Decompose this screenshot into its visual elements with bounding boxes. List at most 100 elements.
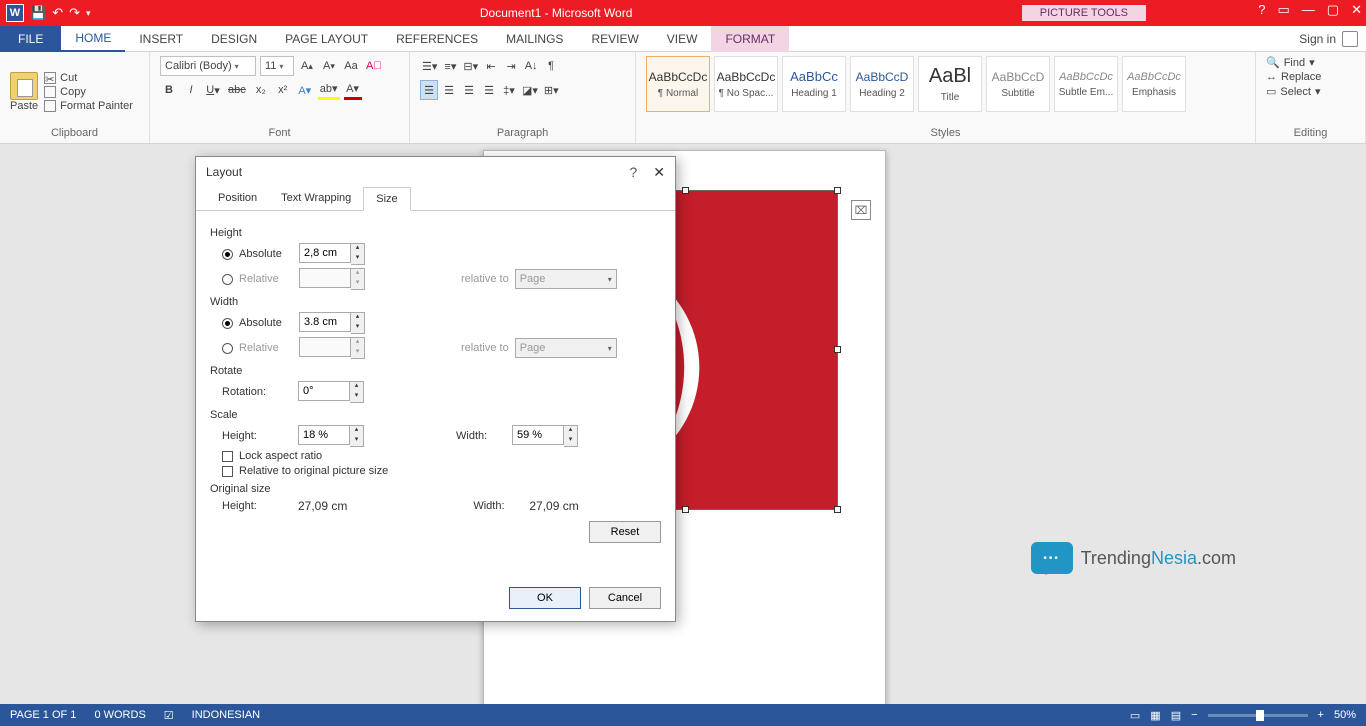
status-proofing-icon[interactable]: ☑: [164, 709, 174, 722]
minimize-icon[interactable]: —: [1302, 2, 1315, 18]
lock-aspect-checkbox[interactable]: [222, 451, 233, 462]
underline-button[interactable]: U▾: [204, 80, 222, 100]
width-absolute-radio[interactable]: [222, 318, 233, 329]
tab-text-wrapping[interactable]: Text Wrapping: [269, 187, 363, 210]
resize-handle[interactable]: [682, 187, 689, 194]
resize-handle[interactable]: [834, 506, 841, 513]
change-case-button[interactable]: Aa: [342, 56, 360, 76]
replace-button[interactable]: ↔Replace: [1266, 71, 1355, 83]
spinner-down-icon[interactable]: ▾: [350, 392, 363, 402]
copy-button[interactable]: Copy: [44, 86, 133, 98]
rotation-input[interactable]: [298, 381, 350, 401]
cancel-button[interactable]: Cancel: [589, 587, 661, 609]
tab-file[interactable]: FILE: [0, 26, 61, 52]
zoom-level[interactable]: 50%: [1334, 709, 1356, 721]
height-absolute-input[interactable]: [299, 243, 351, 263]
justify-button[interactable]: ☰: [480, 80, 498, 100]
redo-icon[interactable]: ↷: [69, 5, 80, 21]
shrink-font-button[interactable]: A▾: [320, 56, 338, 76]
height-relative-radio[interactable]: [222, 274, 233, 285]
cut-button[interactable]: ✂Cut: [44, 72, 133, 84]
spinner-down-icon[interactable]: ▾: [351, 254, 364, 264]
width-absolute-spinner[interactable]: ▴▾: [299, 312, 365, 334]
tab-design[interactable]: DESIGN: [197, 26, 271, 52]
status-words[interactable]: 0 WORDS: [94, 709, 145, 721]
tab-view[interactable]: VIEW: [653, 26, 712, 52]
view-print-layout-icon[interactable]: ▦: [1150, 709, 1160, 722]
tab-references[interactable]: REFERENCES: [382, 26, 492, 52]
tab-home[interactable]: HOME: [61, 26, 125, 52]
spinner-up-icon[interactable]: ▴: [351, 244, 364, 254]
tab-review[interactable]: REVIEW: [577, 26, 652, 52]
word-app-icon[interactable]: W: [6, 4, 24, 22]
scale-width-spinner[interactable]: ▴▾: [512, 425, 578, 447]
scale-height-spinner[interactable]: ▴▾: [298, 425, 364, 447]
spinner-up-icon[interactable]: ▴: [350, 382, 363, 392]
text-effects-button[interactable]: A▾: [296, 80, 314, 100]
view-read-mode-icon[interactable]: ▭: [1130, 709, 1140, 722]
status-page[interactable]: PAGE 1 OF 1: [10, 709, 76, 721]
style-title[interactable]: AaBlTitle: [918, 56, 982, 112]
spinner-down-icon[interactable]: ▾: [351, 323, 364, 333]
save-icon[interactable]: 💾: [30, 5, 46, 21]
spinner-down-icon[interactable]: ▾: [350, 436, 363, 446]
height-absolute-spinner[interactable]: ▴▾: [299, 243, 365, 265]
align-center-button[interactable]: ☰: [440, 80, 458, 100]
ribbon-options-icon[interactable]: ▭: [1278, 2, 1290, 18]
layout-options-button[interactable]: ⌧: [851, 200, 871, 220]
resize-handle[interactable]: [834, 187, 841, 194]
font-color-button[interactable]: A▾: [344, 80, 362, 100]
sign-in-button[interactable]: Sign in: [1299, 31, 1358, 47]
dialog-titlebar[interactable]: Layout ? ✕: [196, 157, 675, 187]
italic-button[interactable]: I: [182, 80, 200, 100]
style-heading-2[interactable]: AaBbCcDHeading 2: [850, 56, 914, 112]
grow-font-button[interactable]: A▴: [298, 56, 316, 76]
scale-height-input[interactable]: [298, 425, 350, 445]
paste-button[interactable]: Paste: [10, 56, 38, 127]
style-subtitle[interactable]: AaBbCcDSubtitle: [986, 56, 1050, 112]
tab-page-layout[interactable]: PAGE LAYOUT: [271, 26, 382, 52]
close-icon[interactable]: ✕: [1351, 2, 1362, 18]
style-subtle-em-[interactable]: AaBbCcDcSubtle Em...: [1054, 56, 1118, 112]
resize-handle[interactable]: [682, 506, 689, 513]
bold-button[interactable]: B: [160, 80, 178, 100]
numbering-button[interactable]: ≡▾: [441, 56, 459, 76]
line-spacing-button[interactable]: ‡▾: [500, 80, 518, 100]
decrease-indent-button[interactable]: ⇤: [482, 56, 500, 76]
font-size-combo[interactable]: 11▾: [260, 56, 294, 76]
select-button[interactable]: ▭Select ▾: [1266, 85, 1355, 98]
zoom-in-button[interactable]: +: [1318, 709, 1324, 721]
clear-formatting-button[interactable]: A⃠: [364, 56, 384, 76]
spinner-up-icon[interactable]: ▴: [350, 426, 363, 436]
dialog-close-icon[interactable]: ✕: [653, 164, 665, 181]
multilevel-button[interactable]: ⊟▾: [461, 56, 480, 76]
subscript-button[interactable]: x₂: [252, 80, 270, 100]
spinner-down-icon[interactable]: ▾: [564, 436, 577, 446]
zoom-thumb[interactable]: [1256, 710, 1264, 721]
undo-icon[interactable]: ↶: [52, 5, 63, 21]
maximize-icon[interactable]: ▢: [1327, 2, 1339, 18]
spinner-up-icon[interactable]: ▴: [564, 426, 577, 436]
zoom-out-button[interactable]: −: [1191, 709, 1197, 721]
height-absolute-radio[interactable]: [222, 249, 233, 260]
spinner-up-icon[interactable]: ▴: [351, 313, 364, 323]
style--normal[interactable]: AaBbCcDc¶ Normal: [646, 56, 710, 112]
style-emphasis[interactable]: AaBbCcDcEmphasis: [1122, 56, 1186, 112]
tab-mailings[interactable]: MAILINGS: [492, 26, 577, 52]
strikethrough-button[interactable]: abc: [226, 80, 248, 100]
width-absolute-input[interactable]: [299, 312, 351, 332]
font-name-combo[interactable]: Calibri (Body)▾: [160, 56, 256, 76]
tab-format[interactable]: FORMAT: [711, 26, 789, 52]
dialog-help-icon[interactable]: ?: [629, 164, 637, 180]
status-language[interactable]: INDONESIAN: [192, 709, 260, 721]
increase-indent-button[interactable]: ⇥: [502, 56, 520, 76]
relative-original-checkbox[interactable]: [222, 466, 233, 477]
scale-width-input[interactable]: [512, 425, 564, 445]
borders-button[interactable]: ⊞▾: [542, 80, 561, 100]
view-web-layout-icon[interactable]: ▤: [1171, 709, 1181, 722]
align-left-button[interactable]: ☰: [420, 80, 438, 100]
shading-button[interactable]: ◪▾: [520, 80, 540, 100]
style-heading-1[interactable]: AaBbCcHeading 1: [782, 56, 846, 112]
sort-button[interactable]: A↓: [522, 56, 540, 76]
style--no-spac-[interactable]: AaBbCcDc¶ No Spac...: [714, 56, 778, 112]
